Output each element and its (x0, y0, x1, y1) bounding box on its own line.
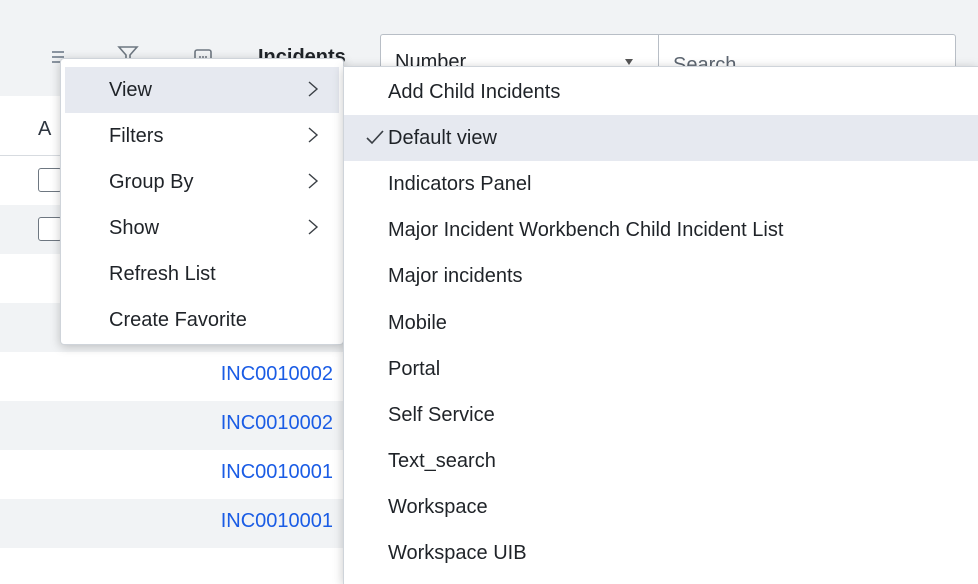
row-checkbox[interactable] (38, 217, 62, 241)
menu-item-refresh-list[interactable]: Refresh List (65, 251, 339, 297)
checkmark-icon (364, 126, 386, 148)
row-checkbox[interactable] (38, 168, 62, 192)
column-header[interactable]: A (38, 118, 51, 141)
view-option[interactable]: Text_search (344, 439, 978, 485)
view-option[interactable]: Major Incident Workbench Child Incident … (344, 208, 978, 254)
view-option-label: Major incidents (388, 265, 523, 288)
view-option[interactable]: Self Service (344, 392, 978, 438)
view-option-selected[interactable]: Default view (344, 115, 978, 162)
top-strip (0, 0, 978, 10)
menu-item-label: View (109, 78, 152, 101)
view-option[interactable]: Mobile (344, 300, 978, 346)
view-option[interactable]: Indicators Panel (344, 161, 978, 207)
view-option-label: Mobile (388, 311, 447, 334)
menu-item-create-favorite[interactable]: Create Favorite (65, 297, 339, 343)
menu-item-label: Filters (109, 124, 164, 147)
view-option-label: Indicators Panel (388, 172, 532, 195)
view-submenu: Add Child Incidents Default view Indicat… (343, 66, 978, 584)
view-option-label: Workspace (388, 496, 488, 519)
view-option[interactable]: Workspace (344, 485, 978, 531)
incident-number-link[interactable]: INC0010002 (221, 412, 333, 435)
menu-item-view[interactable]: View (65, 67, 339, 113)
view-option-label: Self Service (388, 403, 495, 426)
view-option[interactable]: Portal (344, 346, 978, 392)
chevron-down-icon (625, 59, 633, 65)
incident-number-link[interactable]: INC0010001 (221, 461, 333, 484)
view-option-label: Default view (388, 126, 497, 149)
menu-item-filters[interactable]: Filters (65, 113, 339, 159)
incident-number-link[interactable]: INC0010002 (221, 363, 333, 386)
view-option[interactable]: Workspace UIB (344, 531, 978, 577)
chevron-right-icon (305, 79, 321, 99)
list-context-menu: View Filters Group By Show Refresh List … (60, 58, 344, 345)
incident-number-link[interactable]: INC0010001 (221, 510, 333, 533)
view-option-label: Add Child Incidents (388, 80, 561, 103)
view-option[interactable]: Major incidents (344, 254, 978, 300)
chevron-right-icon (305, 217, 321, 237)
chevron-right-icon (305, 125, 321, 145)
menu-item-label: Refresh List (109, 262, 216, 285)
menu-item-label: Create Favorite (109, 308, 247, 331)
view-option-label: Portal (388, 357, 441, 380)
view-option-label: Text_search (388, 450, 496, 473)
view-option-label: Workspace UIB (388, 542, 527, 565)
menu-item-group-by[interactable]: Group By (65, 159, 339, 205)
menu-item-label: Group By (109, 170, 194, 193)
menu-item-label: Show (109, 216, 160, 239)
menu-item-show[interactable]: Show (65, 205, 339, 251)
chevron-right-icon (305, 171, 321, 191)
view-option-label: Major Incident Workbench Child Incident … (388, 219, 784, 242)
view-option[interactable]: Add Child Incidents (344, 69, 978, 115)
